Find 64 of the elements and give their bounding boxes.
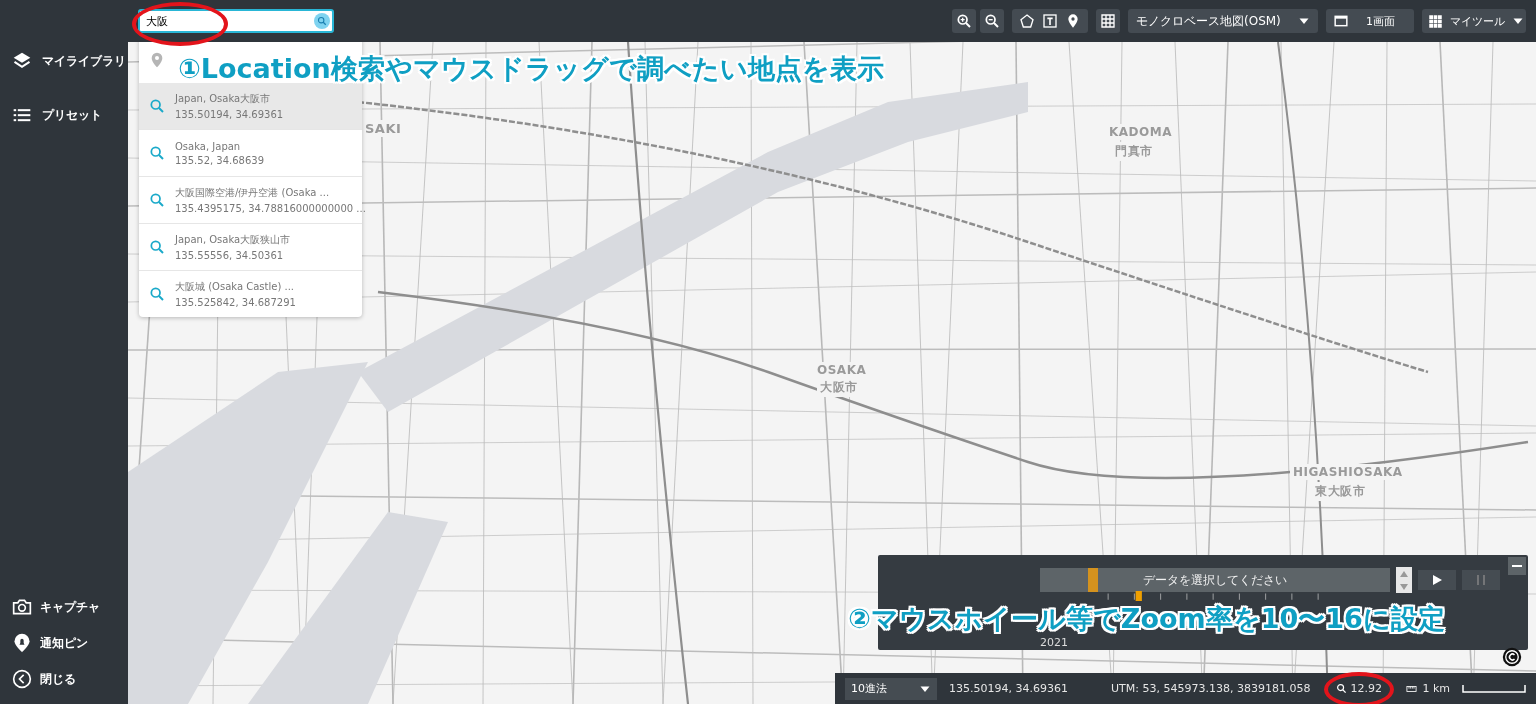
layers-icon bbox=[12, 51, 32, 71]
search-result[interactable]: 大阪城 (Osaka Castle) ... 135.525842, 34.687291 bbox=[139, 270, 362, 317]
lonlat-readout: 135.50194, 34.69361 bbox=[949, 682, 1069, 695]
search-icon bbox=[149, 98, 165, 114]
result-name: Japan, Osaka大阪市 bbox=[175, 92, 272, 106]
play-button[interactable] bbox=[1418, 570, 1456, 590]
search-result[interactable]: Japan, Osaka大阪狭山市 135.55556, 34.50361 bbox=[139, 223, 362, 270]
search-icon bbox=[149, 145, 165, 161]
play-icon bbox=[1432, 575, 1442, 585]
result-name: Osaka, Japan bbox=[175, 140, 242, 152]
search-icon bbox=[1336, 683, 1348, 694]
ruler-icon bbox=[1405, 683, 1419, 694]
zoom-level: 12.92 bbox=[1350, 682, 1382, 695]
bell-pin-icon bbox=[12, 633, 32, 653]
up-arrow-icon bbox=[1400, 570, 1408, 577]
timeline-year: 2021 bbox=[1040, 636, 1068, 649]
zoom-in-icon bbox=[956, 13, 972, 29]
window-icon bbox=[1334, 14, 1348, 28]
sidebar-item[interactable]: 通知ピン bbox=[0, 632, 128, 654]
result-coordinates: 135.52, 34.68639 bbox=[175, 154, 265, 166]
format-dropdown[interactable]: 10進法 bbox=[845, 677, 937, 700]
grid-icon bbox=[1100, 13, 1116, 29]
grid-dots-icon bbox=[1428, 13, 1443, 29]
search-result[interactable]: Osaka, Japan 135.52, 34.68639 bbox=[139, 129, 362, 176]
sidebar-item[interactable]: マイライブラリ bbox=[0, 50, 128, 72]
search-icon bbox=[317, 16, 327, 26]
basemap-dropdown[interactable]: モノクロベース地図(OSM) bbox=[1128, 9, 1318, 33]
minimize-button[interactable] bbox=[1508, 557, 1526, 575]
sidebar-item[interactable]: プリセット bbox=[0, 104, 128, 126]
search-icon bbox=[149, 239, 165, 255]
highlight-ellipse bbox=[1324, 672, 1394, 704]
text-tool-icon[interactable] bbox=[1040, 13, 1060, 29]
grid-button[interactable] bbox=[1096, 9, 1120, 33]
search-result[interactable]: Japan, Osaka大阪市 135.50194, 34.69361 bbox=[139, 83, 362, 129]
layout-button[interactable]: 1画面 bbox=[1326, 9, 1414, 33]
result-coordinates: 135.525842, 34.687291 bbox=[175, 297, 296, 308]
location-pin-icon bbox=[149, 51, 165, 69]
zoom-out-button[interactable] bbox=[980, 9, 1004, 33]
sidebar-item[interactable]: キャプチャ bbox=[0, 596, 128, 618]
scale-label: 1 km bbox=[1422, 682, 1450, 695]
copyright-icon[interactable] bbox=[1502, 647, 1522, 667]
down-arrow-icon bbox=[1400, 583, 1408, 590]
my-tools-dropdown[interactable]: マイツール bbox=[1422, 9, 1526, 33]
polygon-tool-icon[interactable] bbox=[1017, 13, 1037, 29]
result-coordinates: 135.55556, 34.50361 bbox=[175, 250, 285, 261]
result-coordinates: 135.50194, 34.69361 bbox=[175, 109, 284, 120]
camera-icon bbox=[12, 597, 32, 617]
data-select-bar[interactable]: データを選択してください bbox=[1040, 568, 1390, 592]
result-name: 大阪国際空港/伊丹空港 (Osaka ... bbox=[175, 186, 331, 200]
zoom-out-icon bbox=[984, 13, 1000, 29]
zoom-in-button[interactable] bbox=[952, 9, 976, 33]
annotation-text: ①Location検索やマウスドラッグで調べたい地点を表示 bbox=[178, 54, 884, 84]
result-name: Japan, Osaka大阪狭山市 bbox=[175, 233, 291, 247]
utm-readout: UTM: 53, 545973.138, 3839181.058 bbox=[1111, 682, 1311, 695]
sidebar-item[interactable]: 閉じる bbox=[0, 668, 128, 690]
chevron-circle-icon bbox=[12, 669, 32, 689]
result-name: 大阪城 (Osaka Castle) ... bbox=[175, 280, 295, 294]
search-icon bbox=[149, 286, 165, 302]
scale-bar bbox=[1462, 684, 1526, 693]
search-field[interactable]: 大阪 bbox=[138, 9, 334, 33]
minus-icon bbox=[1512, 565, 1522, 567]
pause-icon bbox=[1477, 575, 1485, 585]
search-icon bbox=[149, 192, 165, 208]
map-label: 東大阪市 bbox=[1312, 482, 1368, 501]
